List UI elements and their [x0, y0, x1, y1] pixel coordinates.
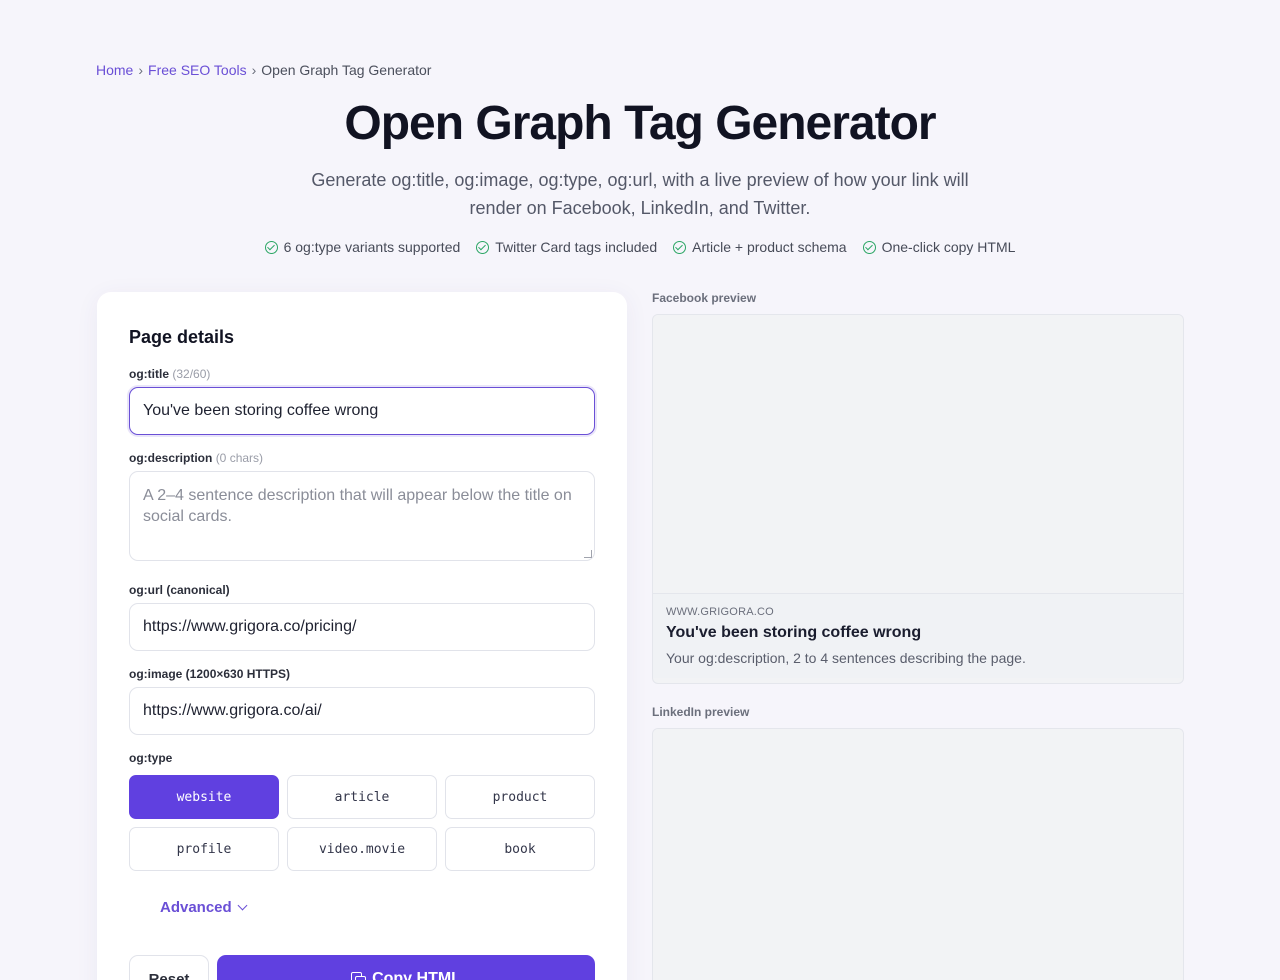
facebook-preview-image: [653, 315, 1183, 594]
og-image-value: https://www.grigora.co/ai/: [143, 702, 322, 719]
og-type-option-book[interactable]: book: [445, 827, 595, 871]
feature-item: 6 og:type variants supported: [264, 239, 461, 255]
page-details-heading: Page details: [129, 327, 235, 347]
copy-html-button[interactable]: Copy HTML: [217, 955, 595, 980]
breadcrumb-current: Open Graph Tag Generator: [261, 62, 432, 78]
og-url-value: https://www.grigora.co/pricing/: [143, 618, 357, 635]
linkedin-preview-card: [652, 728, 1184, 980]
copy-icon: [351, 971, 367, 980]
feature-list: 6 og:type variants supported Twitter Car…: [0, 239, 1280, 255]
og-url-input[interactable]: https://www.grigora.co/pricing/: [129, 603, 595, 651]
copy-html-label: Copy HTML: [372, 970, 461, 980]
page-details-card: Page details og:title (32/60) You've bee…: [97, 292, 627, 980]
og-description-placeholder: A 2–4 sentence description that will app…: [143, 487, 572, 525]
feature-label: One-click copy HTML: [881, 239, 1016, 255]
og-image-input[interactable]: https://www.grigora.co/ai/: [129, 687, 595, 735]
feature-label: Twitter Card tags included: [495, 239, 658, 255]
og-description-char-count: (0 chars): [215, 451, 264, 465]
check-circle-icon: [264, 240, 278, 254]
og-title-label-text: og:title: [129, 367, 169, 381]
feature-label: 6 og:type variants supported: [283, 239, 461, 255]
og-type-option-website[interactable]: website: [129, 775, 279, 819]
check-circle-icon: [476, 240, 490, 254]
facebook-preview-label: Facebook preview: [652, 291, 757, 305]
breadcrumb-separator: ›: [138, 62, 144, 78]
breadcrumb-separator: ›: [251, 62, 257, 78]
facebook-preview-domain: WWW.GRIGORA.CO: [666, 606, 774, 618]
breadcrumb: Home › Free SEO Tools › Open Graph Tag G…: [96, 62, 431, 78]
og-title-value: You've been storing coffee wrong: [143, 402, 379, 419]
facebook-preview-title: You've been storing coffee wrong: [666, 624, 922, 641]
og-type-selector: website article product profile video.mo…: [129, 775, 595, 871]
linkedin-preview-image: [653, 729, 1183, 980]
resize-handle-icon[interactable]: [584, 550, 592, 558]
feature-item: Twitter Card tags included: [476, 239, 657, 255]
og-description-label: og:description (0 chars): [129, 451, 263, 465]
feature-item: One-click copy HTML: [862, 239, 1016, 255]
feature-label: Article + product schema: [692, 239, 847, 255]
advanced-toggle[interactable]: Advanced: [160, 899, 248, 916]
linkedin-preview-label: LinkedIn preview: [652, 705, 750, 719]
page-title: Open Graph Tag Generator: [344, 97, 936, 150]
breadcrumb-tools-link[interactable]: Free SEO Tools: [148, 62, 247, 78]
og-description-label-text: og:description: [129, 451, 213, 465]
og-type-option-article[interactable]: article: [287, 775, 437, 819]
og-title-input[interactable]: You've been storing coffee wrong: [129, 387, 595, 435]
check-circle-icon: [862, 240, 876, 254]
feature-item: Article + product schema: [673, 239, 847, 255]
og-title-label: og:title (32/60): [129, 367, 210, 381]
breadcrumb-home-link[interactable]: Home: [96, 62, 133, 78]
page-subtitle: Generate og:title, og:image, og:type, og…: [311, 170, 969, 218]
og-url-label: og:url (canonical): [129, 583, 230, 597]
reset-button[interactable]: Reset: [129, 955, 209, 980]
facebook-preview-card: WWW.GRIGORA.CO You've been storing coffe…: [652, 314, 1184, 684]
og-type-label: og:type: [129, 751, 173, 765]
chevron-down-icon: [237, 900, 248, 911]
og-image-label: og:image (1200×630 HTTPS): [129, 667, 291, 681]
og-title-char-count: (32/60): [172, 367, 211, 381]
og-description-textarea[interactable]: A 2–4 sentence description that will app…: [129, 471, 595, 561]
og-type-option-profile[interactable]: profile: [129, 827, 279, 871]
og-type-option-video-movie[interactable]: video.movie: [287, 827, 437, 871]
advanced-label: Advanced: [160, 899, 232, 916]
og-type-option-product[interactable]: product: [445, 775, 595, 819]
check-circle-icon: [673, 240, 687, 254]
facebook-preview-meta: WWW.GRIGORA.CO You've been storing coffe…: [653, 594, 1183, 678]
facebook-preview-description: Your og:description, 2 to 4 sentences de…: [666, 650, 1026, 666]
